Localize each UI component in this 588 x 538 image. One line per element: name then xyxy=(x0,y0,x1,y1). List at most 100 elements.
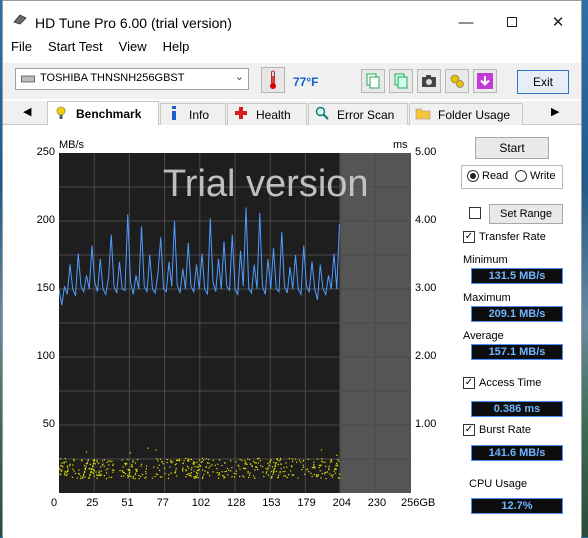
access-time-point xyxy=(198,469,200,471)
tab-info[interactable]: Info xyxy=(160,103,226,125)
tab-error-scan[interactable]: Error Scan xyxy=(308,103,408,125)
start-button[interactable]: Start xyxy=(475,137,549,159)
tab-scroll-left-icon[interactable]: ◀ xyxy=(23,105,31,118)
access-time-point xyxy=(69,463,71,465)
access-time-point xyxy=(105,469,107,471)
access-time-point xyxy=(202,469,204,471)
options-button[interactable] xyxy=(445,69,469,93)
access-time-point xyxy=(120,475,122,477)
access-time-point xyxy=(189,472,191,475)
access-time-point xyxy=(328,467,330,469)
tab-benchmark[interactable]: Benchmark xyxy=(47,101,159,126)
access-time-point xyxy=(100,466,102,468)
access-time-checkbox[interactable]: ✓ xyxy=(463,377,475,389)
access-time-point xyxy=(325,465,327,468)
access-time-point xyxy=(108,464,110,466)
copy-button[interactable] xyxy=(361,69,385,93)
access-time-point xyxy=(101,460,104,462)
access-time-point xyxy=(127,477,129,479)
read-radio[interactable] xyxy=(467,170,479,182)
access-time-point xyxy=(247,472,249,474)
menu-view[interactable]: View xyxy=(111,39,155,59)
tab-folder-usage[interactable]: Folder Usage xyxy=(409,103,523,125)
access-time-point xyxy=(92,471,94,473)
access-time-point xyxy=(235,470,238,472)
access-time-point xyxy=(105,477,108,480)
tab-scroll-right-icon[interactable]: ▶ xyxy=(551,105,559,118)
set-range-checkbox[interactable] xyxy=(469,207,481,219)
access-time-point xyxy=(164,472,166,475)
access-time-point xyxy=(186,473,188,476)
access-time-point xyxy=(187,473,189,475)
menu-help[interactable]: Help xyxy=(155,39,198,59)
access-time-point xyxy=(268,464,271,466)
maximize-button[interactable] xyxy=(489,7,535,37)
screenshot-button[interactable] xyxy=(417,69,441,93)
set-range-button[interactable]: Set Range xyxy=(489,204,563,224)
access-time-point xyxy=(253,477,256,479)
access-time-point xyxy=(298,459,301,461)
menu-start-test[interactable]: Start Test xyxy=(40,39,111,59)
access-time-point xyxy=(134,474,136,476)
access-time-point xyxy=(132,477,134,479)
access-time-point xyxy=(193,463,195,465)
save-button[interactable] xyxy=(473,69,497,93)
access-time-point xyxy=(221,464,223,467)
access-time-point xyxy=(78,469,80,471)
access-time-point xyxy=(159,476,162,478)
access-time-point xyxy=(89,463,91,466)
y-right-tick: 3.00 xyxy=(415,282,437,294)
access-time-point xyxy=(196,470,198,472)
access-time-point xyxy=(205,458,207,460)
access-time-point xyxy=(330,460,333,462)
access-time-point xyxy=(254,469,256,471)
access-time-point xyxy=(135,472,137,474)
access-time-point xyxy=(318,464,320,466)
access-time-point xyxy=(134,462,137,464)
access-time-point xyxy=(182,467,184,469)
access-time-point xyxy=(273,469,275,472)
access-time-point xyxy=(170,460,172,462)
write-radio[interactable] xyxy=(515,170,527,182)
access-time-point xyxy=(122,475,125,477)
access-time-point xyxy=(336,454,338,456)
access-time-point xyxy=(334,472,337,474)
access-time-point xyxy=(338,460,340,462)
benchmark-panel: MB/s ms Trial version Start Read Write S… xyxy=(3,125,581,538)
access-time-point xyxy=(60,458,62,460)
transfer-rate-checkbox[interactable]: ✓ xyxy=(463,231,475,243)
access-time-point xyxy=(310,472,312,474)
menu-file[interactable]: File xyxy=(3,39,40,59)
access-time-point xyxy=(72,464,74,466)
access-time-point xyxy=(98,471,100,474)
access-time-point xyxy=(307,458,309,460)
access-time-point xyxy=(202,476,204,478)
access-time-point xyxy=(315,474,318,476)
access-time-point xyxy=(112,463,114,465)
burst-rate-checkbox[interactable]: ✓ xyxy=(463,424,475,436)
access-time-point xyxy=(187,459,190,461)
close-button[interactable]: ✕ xyxy=(535,7,581,37)
access-time-point xyxy=(157,460,159,462)
access-time-point xyxy=(186,460,189,462)
exit-button[interactable]: Exit xyxy=(517,70,569,94)
access-time-point xyxy=(212,471,214,473)
drive-select[interactable]: TOSHIBA THNSNH256GBST ⌄ xyxy=(15,68,249,90)
access-time-point xyxy=(159,458,162,460)
access-time-point xyxy=(61,465,63,467)
minimize-button[interactable]: — xyxy=(443,7,489,37)
access-time-point xyxy=(269,462,271,464)
access-time-point xyxy=(208,475,211,477)
access-time-point xyxy=(196,475,198,477)
copy-all-button[interactable] xyxy=(389,69,413,93)
access-time-point xyxy=(157,467,159,469)
access-time-point xyxy=(218,472,220,474)
x-tick: 230 xyxy=(367,497,387,509)
options-icon xyxy=(450,74,464,88)
access-time-point xyxy=(271,471,273,473)
access-time-point xyxy=(267,474,269,476)
folder-icon xyxy=(414,107,432,123)
access-time-point xyxy=(193,476,195,478)
access-time-point xyxy=(129,452,131,454)
tab-health[interactable]: Health xyxy=(227,103,307,125)
